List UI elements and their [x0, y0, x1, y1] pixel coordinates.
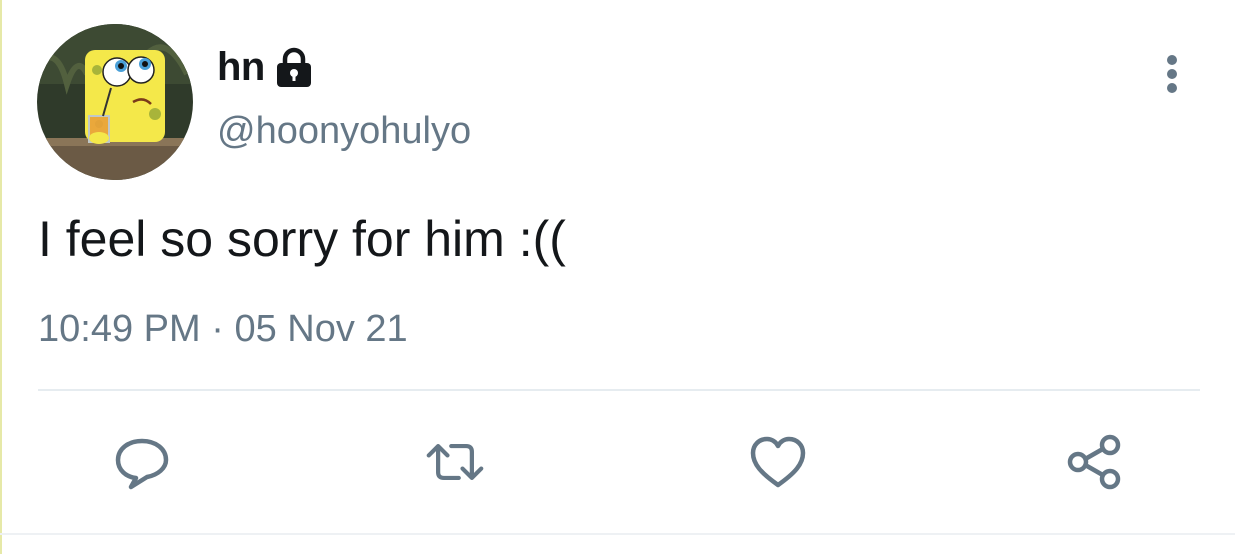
share-icon	[1067, 434, 1121, 490]
timestamp-separator: ·	[200, 308, 235, 350]
display-name[interactable]: hn	[217, 45, 265, 90]
tweet-text: I feel so sorry for him :((	[38, 211, 566, 267]
tweet-timestamp[interactable]: 10:49 PM · 05 Nov 21	[38, 308, 408, 351]
retweet-button[interactable]	[425, 432, 485, 492]
lock-icon	[273, 47, 315, 89]
action-divider	[38, 389, 1200, 391]
avatar[interactable]	[37, 24, 193, 180]
more-options-button[interactable]	[1150, 52, 1194, 96]
left-edge-line	[0, 0, 2, 554]
spongebob-avatar-image	[37, 24, 193, 180]
reply-button[interactable]	[112, 432, 172, 492]
reply-icon	[115, 438, 169, 490]
tweet-time: 10:49 PM	[38, 308, 201, 350]
more-vertical-icon	[1167, 55, 1177, 93]
retweet-icon	[426, 443, 484, 481]
share-button[interactable]	[1065, 432, 1125, 492]
heart-icon	[750, 436, 806, 488]
author-handle[interactable]: @hoonyohulyo	[217, 110, 471, 153]
bottom-divider	[0, 533, 1235, 535]
author-name-row: hn	[217, 42, 315, 92]
like-button[interactable]	[748, 432, 808, 492]
tweet-date: 05 Nov 21	[234, 308, 408, 350]
